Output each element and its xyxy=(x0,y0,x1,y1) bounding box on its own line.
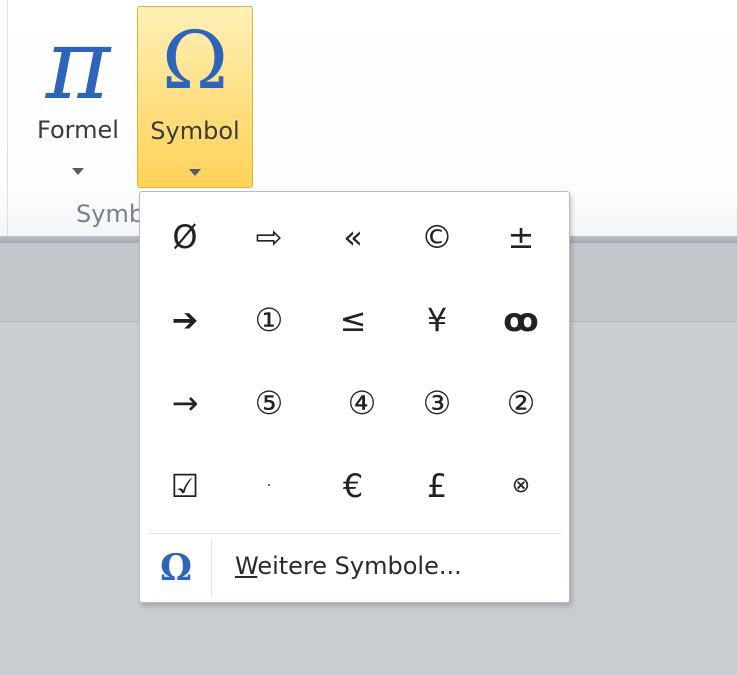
symbol-cell[interactable]: ¥ xyxy=(395,278,479,361)
symbol-cell[interactable]: ⑤ xyxy=(227,361,311,444)
symbol-cell[interactable]: ≤ xyxy=(311,278,395,361)
symbol-cell[interactable]: ① xyxy=(227,278,311,361)
more-symbols-label: Weitere Symbole... xyxy=(235,552,462,580)
symbol-cell[interactable]: ± xyxy=(479,195,563,278)
symbol-cell[interactable]: © xyxy=(395,195,479,278)
symbol-cell[interactable]: ꝏ xyxy=(479,278,563,361)
formel-label: Formel xyxy=(37,116,119,144)
more-symbols-label-text: eitere Symbole... xyxy=(257,552,462,580)
symbol-cell[interactable]: ④ xyxy=(311,361,395,444)
symbol-cell[interactable]: € xyxy=(311,444,395,527)
symbol-cell[interactable]: · xyxy=(227,444,311,527)
symbol-cell[interactable]: ➔ xyxy=(143,278,227,361)
more-symbols-button[interactable]: Ω Weitere Symbole... xyxy=(140,534,569,602)
symbol-grid: Ø ⇨ « © ± ➔ ① ≤ ¥ ꝏ → ⑤ ④ ③ ② ☑ · € £ ⊗ xyxy=(143,195,566,527)
symbol-cell[interactable]: ② xyxy=(479,361,563,444)
chevron-down-icon xyxy=(72,168,84,175)
pi-icon: π xyxy=(45,8,111,122)
symbol-cell[interactable]: ⇨ xyxy=(227,195,311,278)
symbol-cell[interactable]: Ø xyxy=(143,195,227,278)
symbol-cell[interactable]: £ xyxy=(395,444,479,527)
formel-button[interactable]: π Formel xyxy=(20,6,136,188)
symbol-cell[interactable]: « xyxy=(311,195,395,278)
symbol-cell[interactable]: ③ xyxy=(395,361,479,444)
symbol-cell[interactable]: → xyxy=(143,361,227,444)
symbol-dropdown: Ø ⇨ « © ± ➔ ① ≤ ¥ ꝏ → ⑤ ④ ③ ② ☑ · € £ ⊗ … xyxy=(139,191,570,603)
symbol-cell[interactable]: ☑ xyxy=(143,444,227,527)
ribbon-group-label: Symb xyxy=(76,200,145,228)
omega-icon: Ω xyxy=(161,14,229,107)
accelerator-key: W xyxy=(235,552,258,580)
ribbon-left-border xyxy=(7,0,8,236)
symbol-button[interactable]: Ω Symbol xyxy=(137,6,253,188)
symbol-cell[interactable]: ⊗ xyxy=(479,444,563,527)
symbol-label: Symbol xyxy=(150,117,240,145)
menu-icon-separator xyxy=(211,540,212,596)
chevron-down-icon xyxy=(189,169,201,176)
omega-icon: Ω xyxy=(159,547,193,589)
